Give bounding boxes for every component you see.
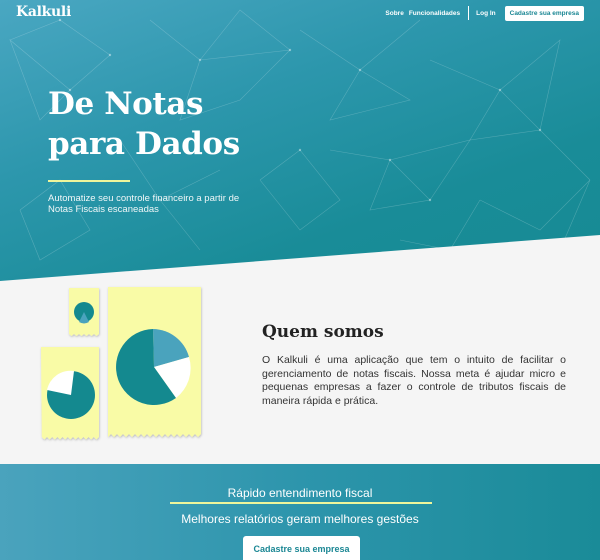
cta-band: Rápido entendimento fiscal Melhores rela… xyxy=(0,464,600,560)
hero-section: Kalkuli Sobre Funcionalidades Log In Cad… xyxy=(0,0,600,290)
receipt-pie-illustration xyxy=(41,287,201,440)
band-heading-2: Melhores relatórios geram melhores gestõ… xyxy=(181,512,419,526)
band-heading-1: Rápido entendimento fiscal xyxy=(227,486,373,500)
about-title: Quem somos xyxy=(262,322,384,342)
about-text: O Kalkuli é uma aplicação que tem o intu… xyxy=(262,354,566,407)
band-underline xyxy=(170,502,432,504)
hero-slant-divider xyxy=(0,235,600,290)
signup-button-band[interactable]: Cadastre sua empresa xyxy=(243,536,360,560)
